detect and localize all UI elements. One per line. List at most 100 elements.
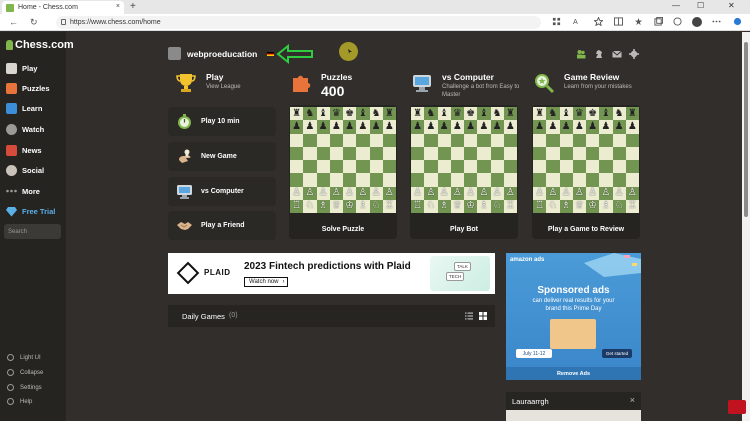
username[interactable]: webproeducation <box>187 49 257 59</box>
new-tab-button[interactable]: + <box>130 1 136 12</box>
board-square <box>369 160 383 174</box>
board-square <box>329 160 343 174</box>
play-10-min-button[interactable]: Play 10 min <box>168 107 276 136</box>
chess-board: ♜ ♞ ♝ ♛ ♚ ♝ ♞ ♜ ♟ ♟ ♟ ♟ ♟ ♟ ♟ ♟ ♙ ♙ ♙ ♙ ♙ ♙ ♙ ♙ ♖ ♘ ♗ ♕ ♔ ♗ ♘ ♖ <box>411 107 517 213</box>
board-square <box>382 133 396 147</box>
sidebar-item-label: News <box>22 145 42 155</box>
board-square <box>477 160 491 174</box>
favorite-icon[interactable] <box>594 17 603 26</box>
browser-tab[interactable]: Home - Chess.com × <box>2 1 124 14</box>
board-square <box>572 146 586 160</box>
board-square: ♜ <box>625 107 639 121</box>
sidebar-item-watch[interactable]: Watch <box>6 122 44 136</box>
daily-games-title: Daily Games <box>182 312 225 321</box>
play-a-game-to-review-card[interactable]: ♜ ♞ ♝ ♛ ♚ ♝ ♞ ♜ ♟ ♟ ♟ ♟ ♟ ♟ ♟ ♟ ♙ ♙ ♙ ♙ ♙ ♙ ♙ ♙ ♖ ♘ ♗ ♕ ♔ ♗ ♘ ♖ Play a … <box>532 105 640 239</box>
sidebar-item-play[interactable]: Play <box>6 61 37 75</box>
board-square <box>329 146 343 160</box>
profile-avatar[interactable] <box>692 17 702 27</box>
get-started-button[interactable]: Get started <box>602 349 632 358</box>
board-square <box>450 173 464 187</box>
board-square <box>369 133 383 147</box>
grid-icon[interactable] <box>552 17 561 26</box>
play-a-friend-button[interactable]: Play a Friend <box>168 211 276 240</box>
collections-icon[interactable] <box>654 17 663 26</box>
sidebar-item-puzzles[interactable]: Puzzles <box>6 81 50 95</box>
grid-view-icon[interactable] <box>479 312 487 320</box>
vs-computer-button[interactable]: vs Computer <box>168 177 276 206</box>
sidebar-item-free-trial[interactable]: Free Trial <box>6 204 55 218</box>
window-close-icon[interactable]: ✕ <box>728 1 735 10</box>
chess-piece-icon[interactable] <box>594 49 604 59</box>
new-game-button[interactable]: New Game <box>168 142 276 171</box>
extensions-icon[interactable] <box>673 17 682 26</box>
board-square <box>546 133 560 147</box>
board-square: ♟ <box>464 120 478 134</box>
board-square <box>382 160 396 174</box>
board-square <box>450 146 464 160</box>
pawn-logo-icon <box>6 40 13 50</box>
collapse-button[interactable]: Collapse <box>7 369 43 376</box>
page-scrollbar[interactable] <box>742 32 750 421</box>
remove-ads-button[interactable]: Remove Ads <box>506 367 641 380</box>
close-icon[interactable]: × <box>630 395 635 405</box>
play-bot-card[interactable]: ♜ ♞ ♝ ♛ ♚ ♝ ♞ ♜ ♟ ♟ ♟ ♟ ♟ ♟ ♟ ♟ ♙ ♙ ♙ ♙ ♙ ♙ ♙ ♙ ♖ ♘ ♗ ♕ ♔ ♗ ♘ ♖ Play Bo… <box>410 105 518 239</box>
ad-brand: amazon ads <box>510 257 545 263</box>
settings-gear-icon[interactable] <box>629 49 639 59</box>
amazon-ads-banner[interactable]: amazon ads Sponsored ads can deliver rea… <box>506 253 641 380</box>
url-field[interactable]: https://www.chess.com/home <box>56 16 541 29</box>
board-square <box>369 146 383 160</box>
plaid-banner-ad[interactable]: PLAID 2023 Fintech predictions with Plai… <box>168 253 495 294</box>
sidebar-item-news[interactable]: News <box>6 143 42 157</box>
read-aloud-icon[interactable]: A <box>573 17 582 26</box>
board-square <box>424 146 438 160</box>
maximize-icon[interactable]: ☐ <box>697 1 704 10</box>
back-icon[interactable]: ← <box>9 17 18 27</box>
feature-subtitle: Learn from your mistakes <box>564 84 632 90</box>
chat-window[interactable]: Lauraarrgh × <box>506 392 641 421</box>
sidebar-item-more[interactable]: More <box>6 184 40 198</box>
search-input[interactable]: Search <box>4 224 61 239</box>
edge-copilot-icon[interactable] <box>733 17 742 26</box>
help-link[interactable]: Help <box>7 398 32 405</box>
browser-tabbar: Home - Chess.com × + — ☐ ✕ <box>0 0 750 14</box>
friends-icon[interactable] <box>576 49 586 59</box>
feature-title: Puzzles <box>321 72 353 82</box>
daily-games-panel[interactable]: Daily Games (0) <box>168 305 495 327</box>
board-square <box>356 146 370 160</box>
split-screen-icon[interactable] <box>614 17 623 26</box>
sidebar-item-social[interactable]: Social <box>6 163 44 177</box>
mail-icon[interactable] <box>612 49 622 59</box>
ad-chip: TECH <box>446 272 465 281</box>
board-square: ♝ <box>599 107 613 121</box>
board-square: ♚ <box>343 107 357 121</box>
solve-puzzle-card[interactable]: ♜ ♞ ♝ ♛ ♚ ♝ ♞ ♜ ♟ ♟ ♟ ♟ ♟ ♟ ♟ ♟ ♙ ♙ ♙ ♙ ♙ ♙ ♙ ♙ ♖ ♘ ♗ ♕ ♔ ♗ ♘ ♖ Solve P… <box>289 105 397 239</box>
board-square <box>612 133 626 147</box>
green-arrow-annotation-icon <box>276 44 313 64</box>
board-square: ♜ <box>533 107 547 121</box>
reload-icon[interactable]: ↻ <box>30 17 38 28</box>
settings-link[interactable]: Settings <box>7 384 42 391</box>
board-square <box>382 146 396 160</box>
scrollbar-thumb[interactable] <box>744 42 748 217</box>
feature-subtitle[interactable]: View League <box>206 84 296 92</box>
avatar[interactable] <box>168 47 181 60</box>
board-square <box>316 133 330 147</box>
stopwatch-icon <box>178 114 191 129</box>
sidebar-item-learn[interactable]: Learn <box>6 101 42 115</box>
board-square: ♘ <box>303 199 317 213</box>
favorites-bar-icon[interactable] <box>634 17 643 26</box>
chess-logo[interactable]: Chess.com <box>6 39 74 51</box>
board-square: ♟ <box>559 120 573 134</box>
more-options-icon[interactable] <box>712 17 721 26</box>
board-square: ♜ <box>411 107 425 121</box>
board-square <box>625 133 639 147</box>
light-ui-toggle[interactable]: Light UI <box>7 354 41 361</box>
board-square <box>343 133 357 147</box>
ad-subtitle: can deliver real results for your brand … <box>532 298 615 312</box>
minimize-icon[interactable]: — <box>672 1 680 10</box>
card-label: Play a Game to Review <box>547 226 625 233</box>
list-view-icon[interactable] <box>465 312 473 320</box>
tab-close-icon[interactable]: × <box>116 3 120 10</box>
board-square: ♖ <box>503 199 517 213</box>
watch-now-button[interactable]: Watch now › <box>244 277 288 287</box>
